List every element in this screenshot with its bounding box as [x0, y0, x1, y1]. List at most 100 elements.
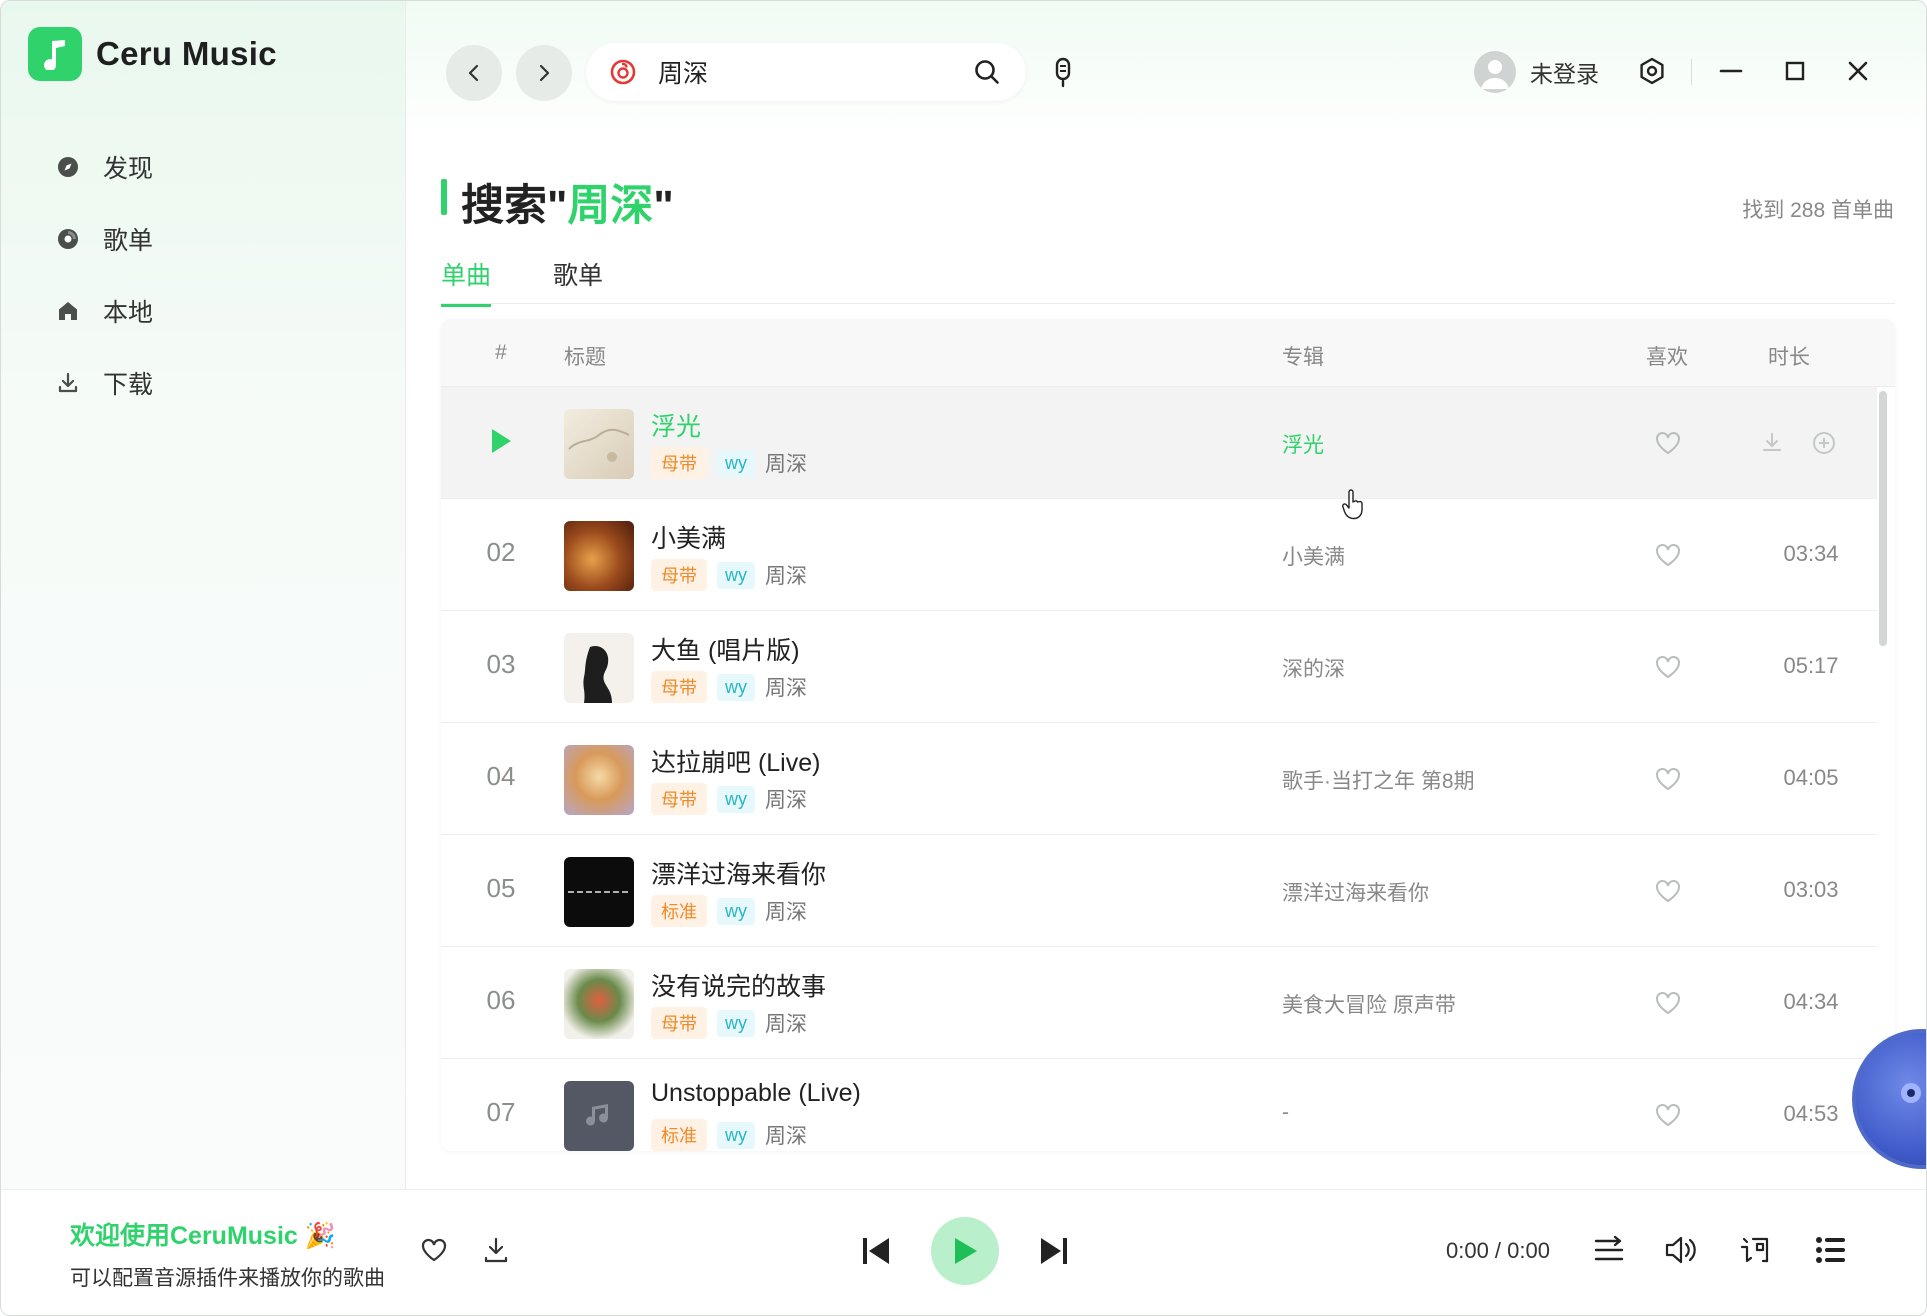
forward-button[interactable] — [516, 45, 572, 101]
table-row[interactable]: 06 没有说完的故事 母带 wy 周深 美食大冒险 原声带 04:34 — [441, 947, 1877, 1059]
album-name[interactable]: 浮光 — [1282, 429, 1324, 459]
download-icon[interactable] — [1759, 430, 1785, 456]
album-name[interactable]: 美食大冒险 原声带 — [1282, 989, 1456, 1019]
source-badge: wy — [717, 561, 755, 589]
download-icon[interactable] — [478, 1232, 514, 1268]
heart-icon[interactable] — [416, 1232, 452, 1268]
assistant-avatar[interactable] — [1852, 1029, 1926, 1169]
source-badge: wy — [717, 673, 755, 701]
table-row[interactable]: 浮光 母带 wy 周深 浮光 — [441, 387, 1877, 499]
user-login[interactable]: 未登录 — [1474, 51, 1599, 93]
heart-icon[interactable] — [1653, 1100, 1683, 1130]
song-meta: 母带 wy 周深 — [651, 447, 807, 479]
album-name[interactable]: 漂洋过海来看你 — [1282, 877, 1429, 907]
table-row[interactable]: 04 达拉崩吧 (Live) 母带 wy 周深 歌手·当打之年 第8期 04:0… — [441, 723, 1877, 835]
song-title[interactable]: 没有说完的故事 — [651, 967, 826, 1003]
title-accent-bar — [441, 179, 447, 215]
play-icon[interactable] — [489, 427, 513, 455]
song-title[interactable]: 浮光 — [651, 407, 701, 443]
song-title[interactable]: 小美满 — [651, 519, 726, 555]
album-name[interactable]: 小美满 — [1282, 541, 1345, 571]
song-meta: 母带 wy 周深 — [651, 671, 807, 703]
album-cover — [564, 521, 634, 591]
row-number: 04 — [486, 761, 516, 791]
search-box — [586, 43, 1026, 101]
result-tabs: 单曲 歌单 — [441, 256, 1895, 307]
sidebar-item-local[interactable]: 本地 — [51, 275, 153, 347]
artist-name[interactable]: 周深 — [765, 1120, 807, 1150]
source-badge: wy — [717, 449, 755, 477]
tab-playlists[interactable]: 歌单 — [553, 256, 603, 304]
table-row[interactable]: 02 小美满 母带 wy 周深 小美满 03:34 — [441, 499, 1877, 611]
microphone-icon[interactable] — [1048, 57, 1078, 89]
song-title[interactable]: Unstoppable (Live) — [651, 1079, 861, 1108]
search-input[interactable] — [658, 57, 948, 87]
play-order-icon[interactable] — [1591, 1232, 1627, 1268]
album-name[interactable]: 深的深 — [1282, 653, 1345, 683]
heart-icon[interactable] — [1653, 876, 1683, 906]
song-title[interactable]: 达拉崩吧 (Live) — [651, 743, 820, 779]
quality-badge: 母带 — [651, 559, 707, 591]
album-cover — [564, 409, 634, 479]
play-button[interactable] — [931, 1217, 999, 1285]
app-name: Ceru Music — [96, 35, 277, 72]
album-cover — [564, 857, 634, 927]
artist-name[interactable]: 周深 — [765, 1008, 807, 1038]
artist-name[interactable]: 周深 — [765, 784, 807, 814]
album-cover — [564, 1081, 634, 1151]
album-cover — [564, 969, 634, 1039]
duration: 03:03 — [1783, 877, 1839, 902]
heart-icon[interactable] — [1653, 428, 1683, 458]
table-row[interactable]: 07 Unstoppable (Live) 标准 wy 周深 - 04:53 — [441, 1059, 1877, 1151]
album-name[interactable]: 歌手·当打之年 第8期 — [1282, 765, 1475, 795]
tab-songs[interactable]: 单曲 — [441, 256, 492, 307]
player-bar: 欢迎使用CeruMusic 🎉 可以配置音源插件来播放你的歌曲 0:00 / 0… — [1, 1189, 1926, 1315]
sidebar-item-discover[interactable]: 发现 — [51, 131, 153, 203]
add-circle-icon[interactable] — [1811, 430, 1837, 456]
home-icon — [51, 294, 85, 328]
music-note-icon — [586, 1104, 609, 1126]
minimize-icon[interactable] — [1713, 53, 1749, 89]
table-row[interactable]: 03 大鱼 (唱片版) 母带 wy 周深 深的深 05:17 — [441, 611, 1877, 723]
next-track-icon[interactable] — [1036, 1233, 1072, 1269]
playback-time: 0:00 / 0:00 — [1446, 1238, 1550, 1263]
title-prefix: 搜索" — [461, 182, 568, 230]
heart-icon[interactable] — [1653, 652, 1683, 682]
maximize-icon[interactable] — [1777, 53, 1813, 89]
close-icon[interactable] — [1840, 53, 1876, 89]
song-title[interactable]: 漂洋过海来看你 — [651, 855, 826, 891]
table-header: # 标题 专辑 喜欢 时长 — [441, 319, 1895, 387]
sidebar-item-playlists[interactable]: 歌单 — [51, 203, 153, 275]
artist-name[interactable]: 周深 — [765, 672, 807, 702]
artist-name[interactable]: 周深 — [765, 448, 807, 478]
source-badge: wy — [717, 1121, 755, 1149]
duration: 03:34 — [1783, 541, 1839, 566]
volume-icon[interactable] — [1663, 1232, 1699, 1268]
previous-track-icon[interactable] — [858, 1233, 894, 1269]
sidebar-item-label: 本地 — [103, 299, 154, 327]
now-playing-title: 欢迎使用CeruMusic 🎉 — [70, 1222, 336, 1250]
heart-icon[interactable] — [1653, 764, 1683, 794]
artist-name[interactable]: 周深 — [765, 560, 807, 590]
quality-badge: 母带 — [651, 447, 707, 479]
play-icon — [955, 1238, 977, 1264]
netease-source-icon[interactable] — [608, 57, 638, 87]
playlist-icon[interactable] — [1813, 1232, 1849, 1268]
sidebar-item-downloads[interactable]: 下载 — [51, 347, 153, 419]
album-cover — [564, 633, 634, 703]
column-number: # — [495, 341, 507, 364]
heart-icon[interactable] — [1653, 540, 1683, 570]
song-title[interactable]: 大鱼 (唱片版) — [651, 631, 800, 667]
row-number: 03 — [486, 649, 516, 679]
row-number: 06 — [486, 985, 516, 1015]
scrollbar[interactable] — [1879, 391, 1887, 646]
lyrics-icon[interactable] — [1737, 1232, 1773, 1268]
table-row[interactable]: 05 漂洋过海来看你 标准 wy 周深 漂洋过海来看你 03:03 — [441, 835, 1877, 947]
artist-name[interactable]: 周深 — [765, 896, 807, 926]
heart-icon[interactable] — [1653, 988, 1683, 1018]
settings-icon[interactable] — [1634, 53, 1670, 89]
song-meta: 标准 wy 周深 — [651, 1119, 807, 1151]
search-icon[interactable] — [972, 57, 1002, 87]
album-name[interactable]: - — [1282, 1101, 1289, 1125]
back-button[interactable] — [446, 45, 502, 101]
